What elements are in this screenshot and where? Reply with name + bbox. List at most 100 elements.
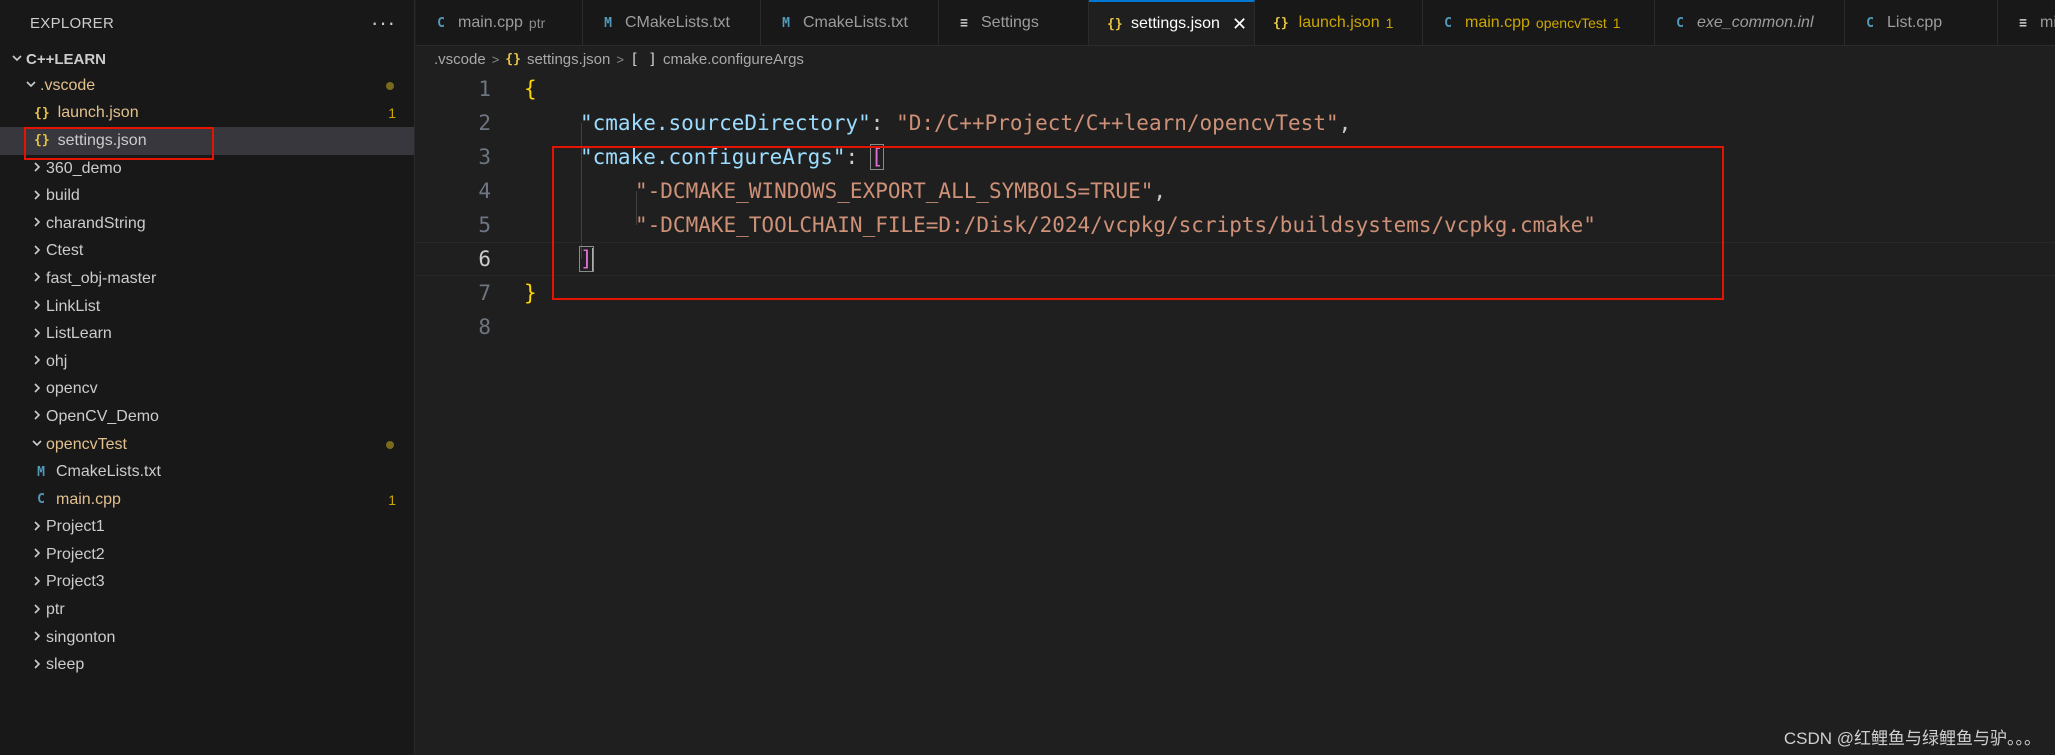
tab-label: mi <box>2040 14 2055 31</box>
folder-label: ptr <box>46 601 65 619</box>
explorer-title: EXPLORER <box>30 14 115 32</box>
folder-label: opencvTest <box>46 435 127 453</box>
folder-vscode[interactable]: .vscode <box>0 72 414 100</box>
folder-project2[interactable]: Project2 <box>0 541 414 569</box>
tab-main-cpp-ptr[interactable]: C main.cpp ptr <box>416 0 583 45</box>
folder-label: ListLearn <box>46 325 112 343</box>
tab-label: List.cpp <box>1887 14 1943 31</box>
folder-listlearn[interactable]: ListLearn <box>0 320 414 348</box>
code-editor[interactable]: 1 { 2 "cmake.sourceDirectory": "D:/C++Pr… <box>416 72 2055 755</box>
cpp-file-icon: C <box>1866 15 1874 31</box>
code-line-7: 7 } <box>416 276 2055 310</box>
folder-label: .vscode <box>40 76 96 94</box>
tab-cmakelists-upper[interactable]: M CMakeLists.txt <box>583 0 761 45</box>
breadcrumb-separator: > <box>616 51 624 67</box>
file-tree: C++LEARN .vscode {} launch.json 1 {} set… <box>0 46 414 679</box>
json-bracket: [ <box>869 144 885 170</box>
json-file-icon: {} <box>1107 16 1123 32</box>
file-launch-json[interactable]: {} launch.json 1 <box>0 100 414 128</box>
json-string-value: "-DCMAKE_TOOLCHAIN_FILE=D:/Disk/2024/vcp… <box>635 213 1596 237</box>
folder-build[interactable]: build <box>0 182 414 210</box>
tab-main-cpp-opencvtest[interactable]: C main.cpp opencvTest 1 <box>1423 0 1655 45</box>
breadcrumb-folder[interactable]: .vscode <box>434 51 486 68</box>
folder-label: 360_demo <box>46 159 122 177</box>
chevron-right-icon <box>28 603 46 618</box>
line-number: 8 <box>478 315 491 339</box>
chevron-down-icon <box>8 52 26 67</box>
json-colon: : <box>870 111 897 135</box>
tab-launch-json[interactable]: {} launch.json 1 <box>1255 0 1423 45</box>
cmake-file-icon: M <box>782 15 790 31</box>
cpp-file-icon: C <box>1444 15 1452 31</box>
folder-project1[interactable]: Project1 <box>0 514 414 542</box>
editor-tab-bar: C main.cpp ptr M CMakeLists.txt M CmakeL… <box>416 0 2055 46</box>
chevron-right-icon <box>28 658 46 673</box>
code-line-6: 6 ] <box>416 242 2055 276</box>
json-colon: : <box>845 145 871 169</box>
tab-label: Settings <box>981 14 1039 31</box>
folder-ctest[interactable]: Ctest <box>0 238 414 266</box>
folder-sleep[interactable]: sleep <box>0 651 414 679</box>
code-line-8: 8 <box>416 310 2055 344</box>
folder-label: opencv <box>46 380 98 398</box>
json-string-value: "D:/C++Project/C++learn/opencvTest" <box>896 111 1339 135</box>
folder-label: Project3 <box>46 573 105 591</box>
problem-count-badge: 1 <box>388 105 396 122</box>
chevron-right-icon <box>28 547 46 562</box>
folder-360-demo[interactable]: 360_demo <box>0 155 414 183</box>
line-number: 5 <box>478 213 491 237</box>
tab-settings-json[interactable]: {} settings.json ✕ <box>1089 0 1255 45</box>
folder-label: Ctest <box>46 242 84 260</box>
folder-opencvtest[interactable]: opencvTest <box>0 431 414 459</box>
modified-dot-icon <box>386 440 394 449</box>
tab-label: main.cpp <box>458 14 523 31</box>
chevron-right-icon <box>28 299 46 314</box>
folder-fast-obj-master[interactable]: fast_obj-master <box>0 265 414 293</box>
file-label: CmakeLists.txt <box>56 463 161 481</box>
tab-exe-common-inl[interactable]: C exe_common.inl <box>1655 0 1845 45</box>
tab-overflow[interactable]: ≡ mi <box>1998 0 2055 45</box>
folder-label: singonton <box>46 628 116 646</box>
folder-project3[interactable]: Project3 <box>0 569 414 597</box>
cpp-file-icon: C <box>37 492 45 508</box>
folder-label: sleep <box>46 656 85 674</box>
settings-sliders-icon: ≡ <box>960 15 968 31</box>
chevron-right-icon <box>28 630 46 645</box>
explorer-header: EXPLORER ··· <box>0 0 414 46</box>
cpp-file-icon: C <box>1676 15 1684 31</box>
workspace-root[interactable]: C++LEARN <box>0 46 414 72</box>
folder-linklist[interactable]: LinkList <box>0 293 414 321</box>
folder-label: LinkList <box>46 297 101 315</box>
folder-ptr[interactable]: ptr <box>0 596 414 624</box>
file-main-cpp[interactable]: C main.cpp 1 <box>0 486 414 514</box>
tab-label: CmakeLists.txt <box>803 14 908 31</box>
folder-charandstring[interactable]: charandString <box>0 210 414 238</box>
json-file-icon: {} <box>34 133 50 149</box>
array-symbol-icon: [ ] <box>629 50 658 68</box>
tab-label: launch.json <box>1298 14 1380 31</box>
json-string-value: "-DCMAKE_WINDOWS_EXPORT_ALL_SYMBOLS=TRUE… <box>635 179 1154 203</box>
breadcrumb-file[interactable]: settings.json <box>527 51 610 68</box>
chevron-right-icon <box>28 354 46 369</box>
folder-ohj[interactable]: ohj <box>0 348 414 376</box>
chevron-right-icon <box>28 161 46 176</box>
chevron-right-icon <box>28 216 46 231</box>
folder-opencv[interactable]: opencv <box>0 376 414 404</box>
file-settings-json[interactable]: {} settings.json <box>0 127 414 155</box>
breadcrumb: .vscode > {} settings.json > [ ] cmake.c… <box>416 46 2055 72</box>
folder-opencv-demo[interactable]: OpenCV_Demo <box>0 403 414 431</box>
tab-problem-count: 1 <box>1385 15 1394 31</box>
more-actions-icon[interactable]: ··· <box>371 12 396 34</box>
file-cmakelists[interactable]: M CmakeLists.txt <box>0 458 414 486</box>
tab-settings-ui[interactable]: ≡ Settings <box>939 0 1089 45</box>
close-icon[interactable]: ✕ <box>1232 14 1247 35</box>
tab-label: CMakeLists.txt <box>625 14 730 31</box>
cpp-file-icon: C <box>437 15 445 31</box>
line-number: 1 <box>478 77 491 101</box>
file-label: main.cpp <box>56 490 121 508</box>
tab-cmakelists-lower[interactable]: M CmakeLists.txt <box>761 0 939 45</box>
folder-singonton[interactable]: singonton <box>0 624 414 652</box>
text-cursor <box>591 247 594 272</box>
breadcrumb-symbol[interactable]: cmake.configureArgs <box>663 51 804 68</box>
tab-list-cpp[interactable]: C List.cpp <box>1845 0 1998 45</box>
